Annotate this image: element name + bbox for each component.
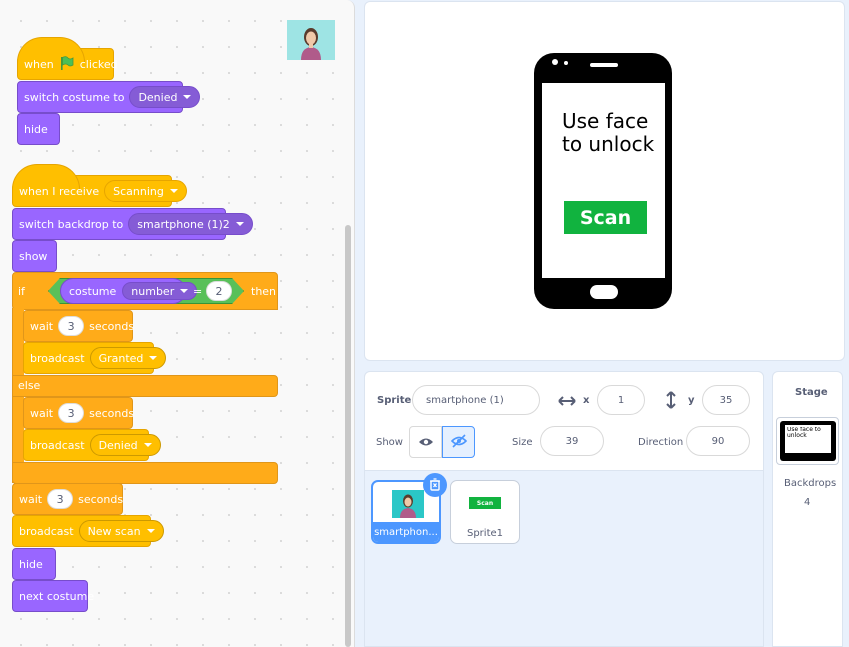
phone-home-button xyxy=(590,285,618,299)
wait-block[interactable]: wait 3 seconds xyxy=(23,310,135,342)
switch-costume-block[interactable]: switch costume to Denied xyxy=(17,81,201,113)
block-label: seconds xyxy=(89,319,135,333)
y-arrows-icon xyxy=(664,390,678,414)
sprite-label: Sprite xyxy=(377,395,412,406)
when-i-receive-hat[interactable]: when I receive Scanning xyxy=(12,164,187,207)
sprite-name-value: smartphone (1) xyxy=(426,394,504,406)
x-value: 1 xyxy=(617,394,625,406)
y-position-field[interactable]: 35 xyxy=(702,385,750,415)
wait-block[interactable]: wait 3 seconds xyxy=(23,397,135,429)
broadcast-message-dropdown[interactable]: New scan xyxy=(78,520,164,542)
phone-camera xyxy=(552,59,558,65)
costume-attribute-dropdown[interactable]: number xyxy=(122,282,198,300)
block-label: hide xyxy=(24,122,48,136)
reporter-label: costume xyxy=(69,284,117,298)
eye-icon xyxy=(418,433,434,452)
phone-sensor xyxy=(564,61,568,65)
if-label: if xyxy=(18,285,25,298)
block-label: wait xyxy=(30,406,54,420)
show-hidden-button[interactable] xyxy=(442,426,475,458)
code-area-scrollbar[interactable] xyxy=(345,225,351,647)
sprite-name-field[interactable]: smartphone (1) xyxy=(412,385,540,415)
hide-block[interactable]: hide xyxy=(17,113,60,145)
equals-sign: = xyxy=(193,285,203,298)
current-sprite-thumbnail xyxy=(287,20,335,60)
block-label: next costume xyxy=(19,589,95,603)
block-label: broadcast xyxy=(30,351,85,365)
wait-block[interactable]: wait 3 seconds xyxy=(12,483,123,515)
broadcast-block[interactable]: broadcast Denied xyxy=(23,429,161,461)
if-else-bottom xyxy=(12,462,278,484)
direction-label: Direction xyxy=(638,437,684,448)
backdrop-dropdown[interactable]: smartphone (1)2 xyxy=(128,213,253,235)
x-label: x xyxy=(583,395,590,406)
show-visible-button[interactable] xyxy=(409,426,442,458)
size-label: Size xyxy=(512,437,533,448)
sprite-tile-sprite1[interactable]: Scan Sprite1 xyxy=(450,480,520,544)
y-label: y xyxy=(688,395,695,406)
costume-number-reporter[interactable]: costume number xyxy=(60,278,198,304)
else-bar xyxy=(12,375,278,397)
broadcast-message-dropdown[interactable]: Denied xyxy=(89,434,161,456)
direction-value: 90 xyxy=(711,435,725,447)
code-area[interactable]: when clicked switch costume to Denied hi… xyxy=(0,0,355,647)
size-field[interactable]: 39 xyxy=(540,426,604,456)
costume-dropdown[interactable]: Denied xyxy=(129,86,201,108)
x-position-field[interactable]: 1 xyxy=(597,385,645,415)
size-value: 39 xyxy=(565,435,579,447)
block-label: seconds xyxy=(78,492,124,506)
hat-clicked-label: clicked xyxy=(79,57,118,71)
trash-icon xyxy=(429,476,441,495)
backdrop-phone-text: Use face to unlock xyxy=(787,427,821,439)
message-dropdown[interactable]: Scanning xyxy=(104,180,187,202)
when-flag-clicked-hat[interactable]: when clicked xyxy=(17,37,118,80)
broadcast-block[interactable]: broadcast New scan xyxy=(12,515,164,547)
wait-seconds-input[interactable]: 3 xyxy=(58,316,85,336)
block-label: seconds xyxy=(89,406,135,420)
hat-when-label: when xyxy=(24,57,54,71)
stage-selector-panel[interactable] xyxy=(772,371,843,647)
block-label: wait xyxy=(19,492,43,506)
sprite-tile-name: smartphon... xyxy=(373,522,439,542)
next-costume-block[interactable]: next costume xyxy=(12,580,94,612)
compare-value-input[interactable]: 2 xyxy=(206,281,232,301)
sprite-costume-thumbnail xyxy=(392,490,424,522)
sprite-tile-name: Sprite1 xyxy=(466,527,504,539)
switch-backdrop-block[interactable]: switch backdrop to smartphone (1)2 xyxy=(12,208,253,240)
else-label: else xyxy=(18,379,41,392)
green-flag-icon xyxy=(59,55,75,74)
block-label: switch costume to xyxy=(24,90,125,104)
block-label: broadcast xyxy=(30,438,85,452)
broadcast-message-dropdown[interactable]: Granted xyxy=(89,347,167,369)
block-label: when I receive xyxy=(19,184,100,198)
x-arrows-icon xyxy=(557,393,577,412)
sprite1-thumbnail: Scan xyxy=(469,497,501,509)
backdrops-label: Backdrops xyxy=(784,478,837,489)
backdrop-thumbnail[interactable]: Use face to unlock xyxy=(776,417,839,465)
block-label: broadcast xyxy=(19,524,74,538)
show-block[interactable]: show xyxy=(12,240,57,272)
wait-seconds-input[interactable]: 3 xyxy=(47,489,74,509)
broadcast-block[interactable]: broadcast Granted xyxy=(23,342,167,374)
show-label: Show xyxy=(376,437,403,448)
hide-block[interactable]: hide xyxy=(12,548,56,580)
scan-button[interactable]: Scan xyxy=(564,201,647,234)
phone-speaker xyxy=(590,63,618,67)
block-label: switch backdrop to xyxy=(19,217,124,231)
block-label: show xyxy=(19,249,48,263)
then-label: then xyxy=(251,285,277,298)
block-label: hide xyxy=(19,557,43,571)
backdrop-phone-icon: Use face to unlock xyxy=(780,421,836,461)
phone-screen-text: Use face to unlock xyxy=(562,109,655,156)
backdrops-count: 4 xyxy=(804,497,811,508)
wait-seconds-input[interactable]: 3 xyxy=(58,403,85,423)
block-label: wait xyxy=(30,319,54,333)
stage-panel-title: Stage xyxy=(795,387,828,398)
delete-sprite-button[interactable] xyxy=(423,473,447,497)
eye-slash-icon xyxy=(450,433,467,452)
direction-field[interactable]: 90 xyxy=(686,426,750,456)
y-value: 35 xyxy=(719,394,733,406)
